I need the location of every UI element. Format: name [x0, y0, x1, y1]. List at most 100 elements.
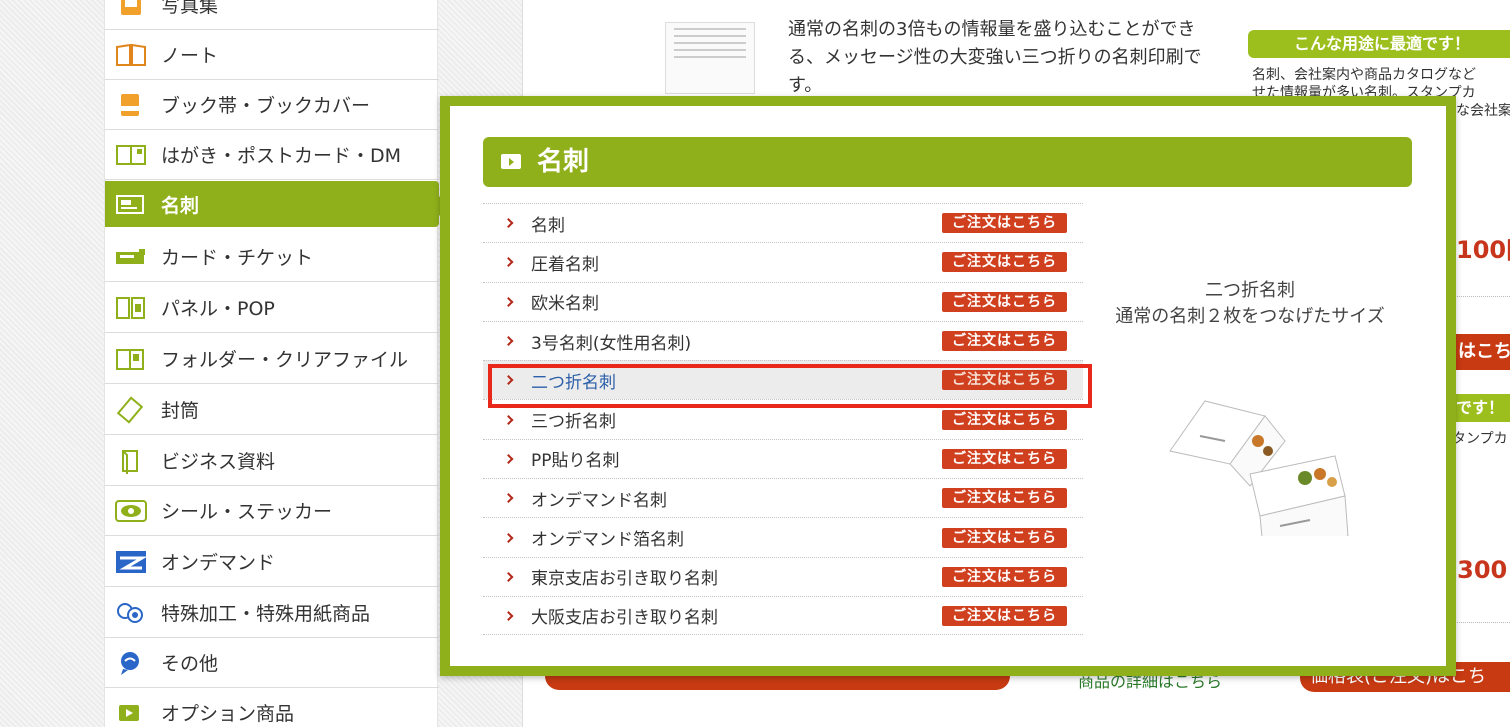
menu-item-western-card[interactable]: 欧米名刺 ご注文はこちら — [483, 281, 1083, 321]
sidebar-item-label: ノート — [161, 45, 219, 67]
sidebar-item-business-card[interactable]: 名刺 — [105, 181, 449, 227]
chevron-right-icon — [503, 257, 514, 268]
price-text: ,300 — [1448, 556, 1508, 584]
folder-icon — [116, 348, 144, 370]
category-sidebar: 写真集 ノート ブック帯・ブックカバー はがき・ポストカード・DM 名刺 カード… — [104, 0, 449, 727]
sidebar-item-folder[interactable]: フォルダー・クリアファイル — [105, 334, 439, 384]
preview-title: 二つ折名刺 — [1205, 280, 1295, 301]
sidebar-item-label: シール・ステッカー — [161, 501, 333, 523]
sidebar-item-ondemand[interactable]: オンデマンド — [105, 537, 439, 587]
order-button[interactable]: ご注文はこちら — [942, 488, 1067, 509]
usage-text: タンプカ — [1452, 431, 1508, 447]
menu-item-osaka-pickup-card[interactable]: 大阪支店お引き取り名刺 ご注文はこちら — [483, 595, 1083, 636]
business-card-icon — [116, 195, 144, 214]
sidebar-item-other[interactable]: その他 — [105, 638, 439, 688]
ticket-icon — [116, 248, 145, 264]
document-icon — [122, 449, 138, 474]
menu-item-label: オンデマンド箔名刺 — [531, 530, 684, 551]
sidebar-item-panel[interactable]: パネル・POP — [105, 283, 439, 333]
chevron-right-icon — [503, 453, 514, 464]
menu-item-label: 3号名刺(女性用名刺) — [531, 333, 692, 354]
order-button[interactable]: ご注文はこちら — [942, 605, 1067, 626]
order-button[interactable]: ご注文はこちら — [942, 291, 1067, 312]
sidebar-item-label: パネル・POP — [161, 298, 275, 320]
category-popup: 名刺 名刺 ご注文はこちら 圧着名刺 ご注文はこちら 欧米名刺 ご注文はこちら … — [440, 96, 1456, 676]
sidebar-item-label: 写真集 — [161, 0, 219, 17]
chevron-right-icon — [503, 375, 514, 386]
price-text: 100円 — [1456, 236, 1510, 264]
order-button[interactable]: ご注文はこちら — [942, 370, 1067, 391]
special-paper-icon — [117, 602, 143, 623]
chevron-right-icon — [503, 610, 514, 621]
postcard-icon — [116, 144, 146, 165]
sidebar-item-envelope[interactable]: 封筒 — [105, 385, 439, 435]
menu-item-label: 二つ折名刺 — [531, 372, 616, 393]
sidebar-item-label: 封筒 — [161, 400, 200, 422]
menu-item-trifold-card[interactable]: 三つ折名刺 ご注文はこちら — [483, 399, 1083, 438]
chevron-right-icon — [503, 218, 514, 229]
menu-item-tokyo-pickup-card[interactable]: 東京支店お引き取り名刺 ご注文はこちら — [483, 556, 1083, 596]
sidebar-item-label: はがき・ポストカード・DM — [161, 145, 402, 167]
usage-badge: こんな用途に最適です！ — [1248, 30, 1510, 58]
order-button[interactable]: ご注文はこちら — [942, 527, 1067, 548]
menu-item-label: オンデマンド名刺 — [531, 490, 667, 511]
order-button[interactable]: ご注文はこちら — [942, 448, 1067, 469]
sidebar-item-postcard[interactable]: はがき・ポストカード・DM — [105, 130, 439, 180]
sidebar-item-label: ブック帯・ブックカバー — [161, 95, 371, 117]
chevron-right-icon — [503, 493, 514, 504]
product-thumbnail — [665, 22, 755, 94]
sidebar-item-label: カード・チケット — [161, 247, 314, 269]
order-button[interactable]: ご注文はこちら — [942, 566, 1067, 587]
sidebar-item-label: オンデマンド — [161, 552, 276, 574]
usage-text: 名刺、会社案内や商品カタログなど — [1252, 67, 1476, 83]
chevron-right-icon — [503, 296, 514, 307]
menu-item-ondemand-card[interactable]: オンデマンド名刺 ご注文はこちら — [483, 478, 1083, 517]
menu-item-label: 三つ折名刺 — [531, 412, 616, 433]
order-button[interactable]: ご注文はこちら — [942, 331, 1067, 352]
preview-subtitle: 通常の名刺２枚をつなげたサイズ — [1115, 306, 1385, 327]
play-icon — [501, 154, 521, 169]
sidebar-item-notebook[interactable]: ノート — [105, 30, 439, 80]
menu-item-pp-card[interactable]: PP貼り名刺 ご注文はこちら — [483, 438, 1083, 478]
usage-badge: です！ — [1448, 394, 1510, 422]
menu-item-pressure-card[interactable]: 圧着名刺 ご注文はこちら — [483, 242, 1083, 281]
menu-item-ondemand-foil-card[interactable]: オンデマンド箔名刺 ご注文はこちら — [483, 517, 1083, 556]
other-icon — [121, 651, 139, 675]
sidebar-item-book-cover[interactable]: ブック帯・ブックカバー — [105, 80, 439, 130]
bifold-card-preview-image — [1169, 400, 1349, 536]
menu-item-meishi[interactable]: 名刺 ご注文はこちら — [483, 203, 1083, 242]
sidebar-item-sticker[interactable]: シール・ステッカー — [105, 486, 439, 536]
menu-item-label: 欧米名刺 — [531, 294, 599, 315]
envelope-icon — [116, 395, 144, 424]
preview-caption: 二つ折名刺 通常の名刺２枚をつなげたサイズ — [1090, 278, 1410, 330]
menu-item-no3-card[interactable]: 3号名刺(女性用名刺) ご注文はこちら — [483, 320, 1083, 360]
option-icon — [119, 704, 139, 721]
menu-item-label: 圧着名刺 — [531, 254, 599, 275]
popup-title: 名刺 — [483, 137, 1412, 187]
sidebar-item-business-docs[interactable]: ビジネス資料 — [105, 436, 439, 486]
sidebar-item-option[interactable]: オプション商品 — [105, 688, 439, 727]
menu-item-label: 大阪支店お引き取り名刺 — [531, 608, 718, 629]
sidebar-item-label: 特殊加工・特殊用紙商品 — [161, 603, 371, 625]
order-button[interactable]: ご注文はこちら — [942, 409, 1067, 430]
menu-item-label: 東京支店お引き取り名刺 — [531, 569, 718, 590]
panel-icon — [116, 296, 145, 319]
chevron-right-icon — [503, 571, 514, 582]
sidebar-item-special-paper[interactable]: 特殊加工・特殊用紙商品 — [105, 588, 439, 638]
menu-item-bifold-card[interactable]: 二つ折名刺 ご注文はこちら — [483, 360, 1083, 400]
notebook-icon — [116, 43, 146, 66]
usage-text: な会社案 — [1456, 103, 1510, 119]
sidebar-item-label: オプション商品 — [161, 703, 295, 725]
book-cover-icon — [121, 93, 139, 116]
order-button[interactable]: ご注文はこちら — [942, 213, 1067, 234]
sidebar-item-label: その他 — [161, 653, 219, 675]
sidebar-item-label: 名刺 — [161, 194, 200, 217]
sidebar-item-label: フォルダー・クリアファイル — [161, 349, 409, 371]
chevron-right-icon — [503, 414, 514, 425]
order-button[interactable]: ご注文はこちら — [942, 252, 1067, 273]
chevron-right-icon — [503, 336, 514, 346]
product-description: 通常の名刺の3倍もの情報量を盛り込むことができる、メッセージ性の大変強い三つ折り… — [788, 19, 1202, 96]
menu-item-label: 名刺 — [531, 215, 565, 236]
sidebar-item-ticket[interactable]: カード・チケット — [105, 232, 439, 282]
sidebar-item-photo-book[interactable]: 写真集 — [105, 0, 439, 30]
